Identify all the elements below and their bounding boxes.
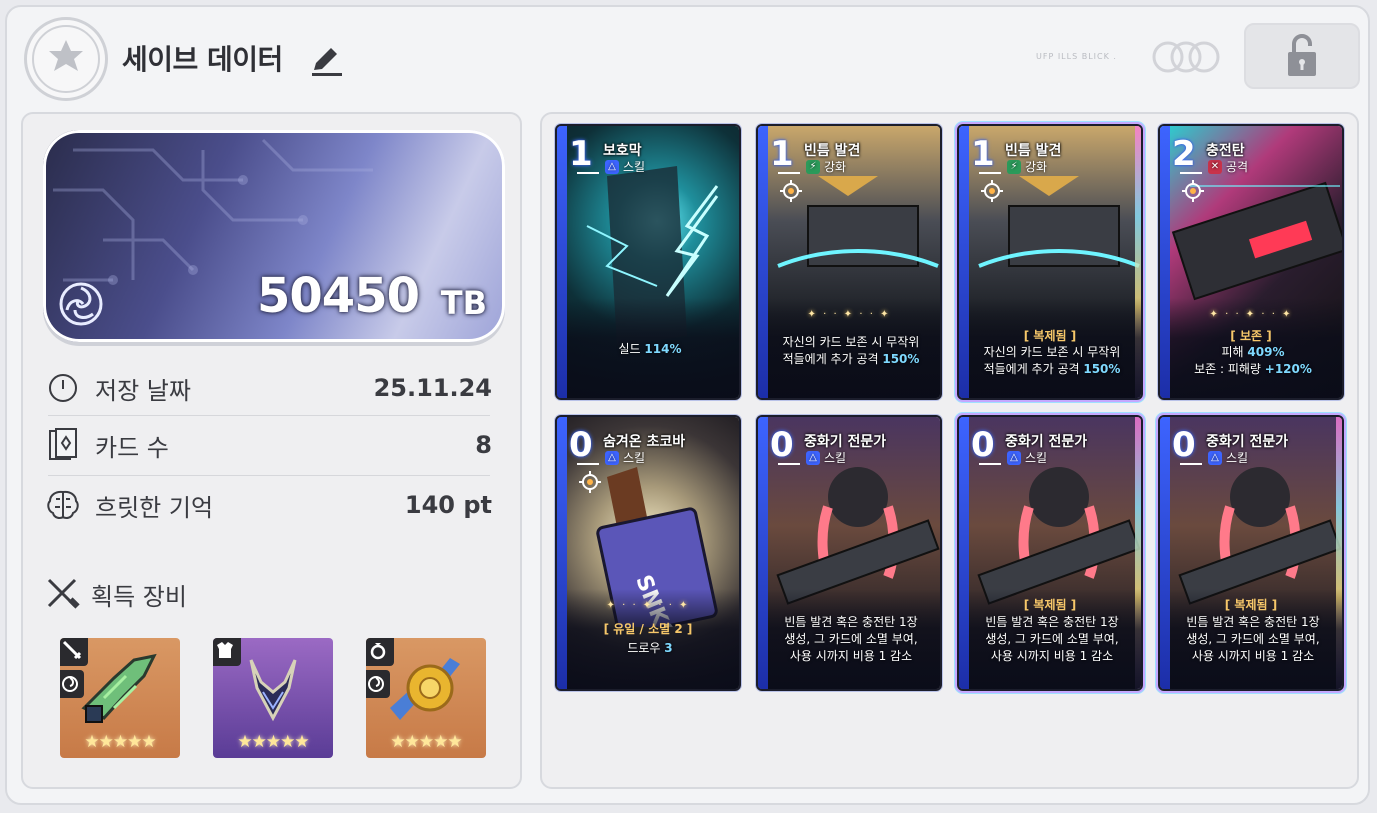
stat-save-date: 저장 날짜 25.11.24 [45, 360, 492, 416]
card-cost: 1 [971, 134, 995, 174]
card-type: ✕ 공격 [1208, 158, 1248, 175]
stat-label: 흐릿한 기억 [95, 493, 214, 522]
card-description: 빈틈 발견 혹은 충전탄 1장 생성, 그 카드에 소멸 부여, 사용 시까지 … [985, 615, 1119, 663]
card-type: ⚡ 강화 [806, 158, 846, 175]
cards-icon [45, 427, 81, 463]
card-find-opening[interactable]: 1 빈틈 발견 ⚡ 강화 ✦ · · ✦ · · ✦ 자신의 카드 보존 시 무… [756, 124, 942, 400]
crosshair-icon [780, 180, 802, 202]
card-cost: 0 [1172, 425, 1196, 465]
card-tag: [ 복제됨 ] [1224, 598, 1278, 612]
card-name: 숨겨온 초코바 [603, 434, 686, 450]
skill-icon: △ [605, 450, 619, 465]
storage-unit: TB [440, 284, 487, 322]
crossed-weapons-icon [47, 578, 80, 609]
card-tag: [ 유일 / 소멸 2 ] [603, 622, 693, 636]
card-name: 빈틈 발견 [804, 143, 861, 159]
lock-icon [1288, 34, 1316, 76]
card-description: 자신의 카드 보존 시 무작위 적들에게 추가 공격 150% [983, 345, 1121, 376]
card-description: 드로우 3 [627, 641, 673, 655]
card-type: △ 스킬 [605, 158, 645, 175]
card-type: △ 스킬 [605, 449, 645, 466]
card-heavy-weapon-expert[interactable]: 0 중화기 전문가 △ 스킬 빈틈 발견 혹은 충전탄 1장 생성, 그 카드에… [756, 415, 942, 691]
stat-card-count: 카드 수 8 [45, 417, 492, 473]
card-name: 중화기 전문가 [804, 434, 887, 450]
lock-button[interactable] [1244, 23, 1360, 89]
stat-value: 8 [475, 431, 492, 459]
crosshair-icon [981, 180, 1003, 202]
crosshair-icon [579, 471, 601, 493]
page-title: 세이브 데이터 [122, 43, 283, 76]
rings-icon [1150, 40, 1222, 74]
version-text: UFP ILLS BLICK . [1036, 52, 1117, 61]
card-charged-shot[interactable]: 2 충전탄 ✕ 공격 ✦ · · ✦ · · ✦ [ 보존 ] 피해 409% … [1158, 124, 1344, 400]
rarity-stars: ★★★★★ [84, 732, 156, 752]
ring-icon [366, 638, 394, 666]
card-description: 자신의 카드 보존 시 무작위 적들에게 추가 공격 150% [782, 335, 920, 366]
card-cost: 0 [569, 425, 593, 465]
storage-amount: 50450 [257, 268, 420, 324]
skill-icon: △ [806, 450, 820, 465]
sword-icon [60, 638, 88, 666]
card-type: △ 스킬 [1208, 449, 1248, 466]
card-tag: [ 복제됨 ] [1023, 598, 1077, 612]
card-type: △ 스킬 [1007, 449, 1047, 466]
card-cost: 2 [1172, 134, 1196, 174]
card-tag: [ 복제됨 ] [1023, 329, 1077, 343]
card-cost: 1 [770, 134, 794, 174]
clock-icon [45, 370, 81, 406]
brain-icon [45, 487, 81, 523]
card-name: 보호막 [603, 143, 642, 159]
card-find-opening-copy[interactable]: 1 빈틈 발견 ⚡ 강화 [ 복제됨 ] 자신의 카드 보존 시 무작위 적들에… [957, 124, 1143, 400]
card-name: 중화기 전문가 [1005, 434, 1088, 450]
divider [48, 475, 490, 476]
card-name: 충전탄 [1206, 143, 1245, 159]
card-description: 피해 409% 보존 : 피해량 +120% [1194, 345, 1312, 376]
card-shield[interactable]: 1 보호막 △ 스킬 실드 114% [555, 124, 741, 400]
stat-memory: 흐릿한 기억 140 pt [45, 477, 492, 533]
card-description: 실드 114% [618, 342, 682, 356]
storage-card: 50450 TB [43, 130, 505, 342]
armor-icon [213, 638, 241, 666]
divider [48, 415, 490, 416]
pencil-icon[interactable] [308, 44, 344, 78]
stat-value: 25.11.24 [373, 374, 492, 402]
card-cost: 0 [770, 425, 794, 465]
skill-icon: △ [605, 159, 619, 174]
equipment-weapon[interactable]: ★★★★★ [60, 638, 180, 758]
enhance-icon: ⚡ [1007, 159, 1021, 174]
stat-value: 140 pt [404, 491, 492, 519]
card-cost: 1 [569, 134, 593, 174]
spiral-icon [366, 670, 390, 698]
card-name: 빈틈 발견 [1005, 143, 1062, 159]
card-tag: [ 보존 ] [1230, 329, 1272, 343]
card-description: 빈틈 발견 혹은 충전탄 1장 생성, 그 카드에 소멸 부여, 사용 시까지 … [1186, 615, 1320, 663]
equipment-accessory[interactable]: ★★★★★ [366, 638, 486, 758]
rarity-stars: ★★★★★ [390, 732, 462, 752]
equipment-title: 획득 장비 [91, 582, 187, 611]
equipment-armor[interactable]: ★★★★★ [213, 638, 333, 758]
card-cost: 0 [971, 425, 995, 465]
spiral-icon [60, 670, 84, 698]
crosshair-icon [1182, 180, 1204, 202]
card-type: △ 스킬 [806, 449, 846, 466]
rarity-stars: ★★★★★ [237, 732, 309, 752]
skill-icon: △ [1007, 450, 1021, 465]
stat-label: 저장 날짜 [95, 376, 191, 405]
spiral-icon [59, 282, 103, 326]
card-hidden-chocobar[interactable]: SNKS 0 숨겨온 초코바 △ 스킬 ✦ · · ✦ · · ✦ [ 유일 /… [555, 415, 741, 691]
card-heavy-weapon-expert-copy-2[interactable]: 0 중화기 전문가 △ 스킬 [ 복제됨 ] 빈틈 발견 혹은 충전탄 1장 생… [1158, 415, 1344, 691]
star-emblem-icon [24, 17, 108, 101]
card-name: 중화기 전문가 [1206, 434, 1289, 450]
equipment-heading: 획득 장비 [45, 576, 187, 612]
card-description: 빈틈 발견 혹은 충전탄 1장 생성, 그 카드에 소멸 부여, 사용 시까지 … [784, 615, 918, 663]
skill-icon: △ [1208, 450, 1222, 465]
stat-label: 카드 수 [95, 433, 169, 462]
card-heavy-weapon-expert-copy[interactable]: 0 중화기 전문가 △ 스킬 [ 복제됨 ] 빈틈 발견 혹은 충전탄 1장 생… [957, 415, 1143, 691]
enhance-icon: ⚡ [806, 159, 820, 174]
card-type: ⚡ 강화 [1007, 158, 1047, 175]
attack-icon: ✕ [1208, 159, 1222, 174]
